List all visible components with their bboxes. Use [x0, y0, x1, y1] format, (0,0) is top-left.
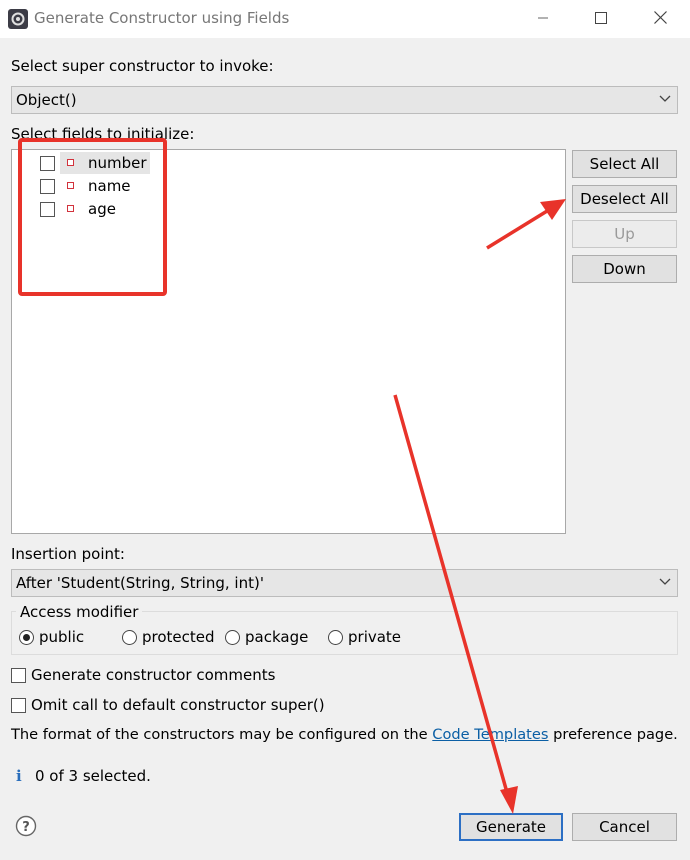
status-text: 0 of 3 selected.: [35, 767, 151, 785]
radio-public[interactable]: public: [19, 628, 114, 648]
radio-label: public: [39, 628, 85, 646]
info-text: The format of the constructors may be co…: [11, 726, 678, 743]
minimize-icon[interactable]: [520, 0, 566, 38]
generate-comments-option[interactable]: Generate constructor comments: [11, 666, 311, 686]
code-templates-link[interactable]: Code Templates: [432, 726, 548, 743]
omit-super-checkbox[interactable]: [11, 698, 26, 713]
window-title: Generate Constructor using Fields: [34, 9, 290, 27]
app-icon: [8, 9, 28, 29]
radio-button[interactable]: [122, 630, 137, 645]
omit-super-label: Omit call to default constructor super(): [31, 696, 325, 714]
omit-super-option[interactable]: Omit call to default constructor super(): [11, 696, 341, 716]
info-icon: i: [16, 767, 22, 785]
svg-text:?: ?: [22, 820, 30, 835]
down-button[interactable]: Down: [572, 255, 677, 283]
insertion-point-label: Insertion point:: [11, 545, 125, 563]
super-constructor-label: Select super constructor to invoke:: [11, 57, 274, 75]
chevron-down-icon: [659, 578, 671, 585]
chevron-down-icon: [659, 95, 671, 102]
radio-label: private: [348, 628, 402, 646]
cancel-button[interactable]: Cancel: [572, 813, 677, 841]
info-text-before: The format of the constructors may be co…: [11, 726, 433, 743]
radio-package[interactable]: package: [225, 628, 325, 648]
radio-button[interactable]: [225, 630, 240, 645]
radio-button[interactable]: [19, 630, 34, 645]
insertion-point-dropdown[interactable]: After 'Student(String, String, int)': [11, 569, 678, 597]
title-bar: Generate Constructor using Fields: [0, 0, 690, 38]
radio-button[interactable]: [328, 630, 343, 645]
deselect-all-button[interactable]: Deselect All: [572, 185, 677, 213]
annotation-highlight-box: [18, 138, 167, 296]
insertion-point-value: After 'Student(String, String, int)': [16, 574, 264, 592]
maximize-icon[interactable]: [578, 0, 624, 38]
super-constructor-value: Object(): [16, 91, 77, 109]
generate-comments-checkbox[interactable]: [11, 668, 26, 683]
radio-label: package: [245, 628, 309, 646]
help-icon[interactable]: ?: [15, 815, 37, 837]
radio-protected[interactable]: protected: [122, 628, 222, 648]
select-all-button[interactable]: Select All: [572, 150, 677, 178]
generate-comments-label: Generate constructor comments: [31, 666, 276, 684]
up-button[interactable]: Up: [572, 220, 677, 248]
close-icon[interactable]: [637, 0, 683, 38]
super-constructor-dropdown[interactable]: Object(): [11, 86, 678, 114]
access-modifier-label: Access modifier: [16, 603, 143, 621]
info-text-after: preference page.: [548, 726, 678, 743]
radio-label: protected: [142, 628, 215, 646]
generate-button[interactable]: Generate: [459, 813, 563, 841]
radio-private[interactable]: private: [328, 628, 423, 648]
